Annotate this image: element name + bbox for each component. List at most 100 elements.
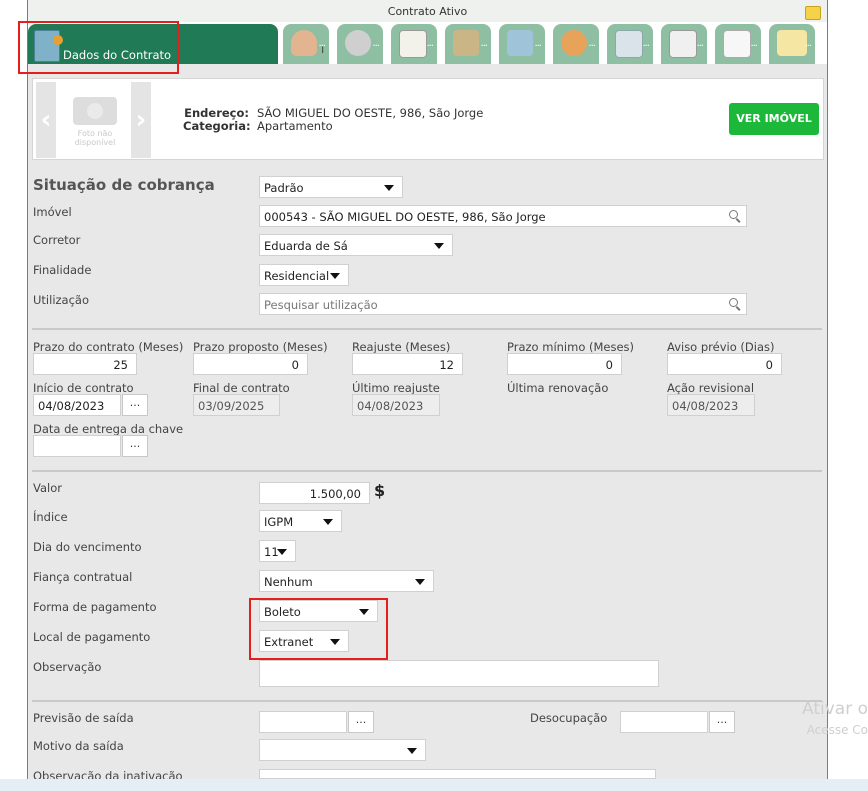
highlight-box-payment [249, 598, 388, 660]
currency-icon: $ [374, 481, 386, 500]
acao-revisional-label: Ação revisional [667, 381, 755, 395]
tab-more: ... [696, 38, 703, 49]
tab-financial[interactable]: ... [445, 24, 491, 64]
dia-vencimento-select[interactable]: 11 [259, 540, 296, 562]
previsao-saida-input[interactable] [259, 711, 347, 733]
tab-more: ... [480, 38, 487, 49]
desocupacao-input[interactable] [620, 711, 708, 733]
tab-more: ... [588, 38, 595, 49]
prazo-minimo-label: Prazo mínimo (Meses) [507, 340, 635, 354]
situacao-label: Situação de cobrança [33, 176, 215, 194]
address-value: SÃO MIGUEL DO OESTE, 986, São Jorge [257, 106, 484, 120]
person-icon [291, 30, 317, 56]
imovel-value: 000543 - SÃO MIGUEL DO OESTE, 986, São J… [264, 210, 546, 224]
window-title: Contrato Ativo [387, 5, 468, 18]
tab-more: ... [804, 38, 811, 49]
indice-select[interactable]: IGPM [259, 510, 342, 532]
obs-inativacao-input[interactable] [259, 769, 656, 779]
tab-more: ... [318, 38, 325, 49]
previsao-date-picker-button[interactable]: ... [348, 711, 374, 733]
entrega-chave-label: Data de entrega da chave [33, 422, 184, 436]
tab-transfer[interactable]: ... [607, 24, 653, 64]
utilizacao-label: Utilização [33, 293, 90, 307]
previsao-saida-label: Previsão de saída [33, 711, 134, 725]
folder-icon [507, 30, 533, 56]
tab-tenant[interactable]: I ... [283, 24, 329, 64]
desocupacao-date-picker-button[interactable]: ... [709, 711, 735, 733]
activation-watermark-title: Ativar o [802, 699, 868, 719]
tab-more: ... [426, 38, 433, 49]
gears-icon [345, 30, 371, 56]
category-value: Apartamento [257, 119, 333, 133]
utilizacao-input[interactable]: Pesquisar utilização [259, 293, 747, 315]
reajuste-input[interactable]: 12 [352, 353, 463, 375]
ultima-renovacao-label: Última renovação [507, 381, 609, 395]
highlight-box-tab [18, 21, 179, 74]
finalidade-select[interactable]: Residencial [259, 264, 349, 286]
forma-pagamento-label: Forma de pagamento [33, 600, 157, 614]
utilizacao-placeholder: Pesquisar utilização [264, 298, 378, 312]
tab-documents[interactable]: ... [499, 24, 545, 64]
situacao-select[interactable]: Padrão [259, 176, 403, 198]
imovel-input[interactable]: 000543 - SÃO MIGUEL DO OESTE, 986, São J… [259, 205, 747, 227]
valor-input[interactable]: 1.500,00 [259, 482, 370, 504]
next-photo-button[interactable]: › [131, 82, 151, 158]
prazo-minimo-input[interactable]: 0 [507, 353, 622, 375]
corretor-select[interactable]: Eduarda de Sá [259, 234, 453, 256]
observacao-label: Observação [33, 660, 102, 674]
window-titlebar: Contrato Ativo [28, 0, 827, 23]
tab-settings[interactable]: ... [337, 24, 383, 64]
tab-reports[interactable]: ... [661, 24, 707, 64]
aviso-previo-label: Aviso prévio (Dias) [667, 340, 775, 354]
imovel-label: Imóvel [33, 205, 72, 219]
fianca-select[interactable]: Nenhum [259, 570, 434, 592]
computer-transfer-icon [615, 30, 643, 58]
activation-watermark-subtitle: Acesse Co [806, 723, 868, 737]
inicio-contrato-label: Início de contrato [33, 381, 134, 395]
search-icon[interactable] [729, 298, 738, 307]
tab-checklist[interactable]: ... [391, 24, 437, 64]
view-property-button[interactable]: VER IMÓVEL [729, 103, 819, 135]
finalidade-label: Finalidade [33, 263, 92, 277]
checklist-icon [399, 30, 427, 58]
ultimo-reajuste-label: Último reajuste [352, 381, 440, 395]
payment-icon [561, 30, 587, 56]
fianca-label: Fiança contratual [33, 570, 133, 584]
acao-revisional-input: 04/08/2023 [667, 394, 755, 416]
note-icon [777, 30, 807, 56]
prev-photo-button[interactable]: ‹ [36, 82, 56, 158]
tab-notes[interactable]: ... [769, 24, 815, 64]
divider [32, 700, 822, 702]
inicio-contrato-input[interactable]: 04/08/2023 [33, 394, 121, 416]
reajuste-label: Reajuste (Meses) [352, 340, 451, 354]
search-icon[interactable] [729, 210, 738, 219]
prazo-proposto-input[interactable]: 0 [193, 353, 308, 375]
divider [32, 470, 822, 472]
indice-label: Índice [33, 510, 68, 524]
divider [32, 328, 822, 330]
entrega-date-picker-button[interactable]: ... [122, 435, 148, 457]
entrega-chave-input[interactable] [33, 435, 121, 457]
note-icon[interactable] [805, 6, 821, 20]
ultimo-reajuste-input: 04/08/2023 [352, 394, 440, 416]
aviso-previo-input[interactable]: 0 [667, 353, 782, 375]
tab-copies[interactable]: ... [715, 24, 761, 64]
tab-more: ... [750, 38, 757, 49]
observacao-textarea[interactable] [259, 660, 659, 687]
prazo-contrato-input[interactable]: 25 [33, 353, 137, 375]
tab-more: ... [534, 38, 541, 49]
tab-more: ... [372, 38, 379, 49]
motivo-saida-select[interactable] [259, 739, 426, 761]
dia-vencimento-label: Dia do vencimento [33, 540, 142, 554]
camera-icon [73, 97, 117, 125]
tab-more: ... [642, 38, 649, 49]
photo-unavailable-text: Foto não disponível [74, 129, 116, 147]
tab-payments[interactable]: ... [553, 24, 599, 64]
prazo-contrato-label: Prazo do contrato (Meses) [33, 340, 184, 354]
local-pagamento-label: Local de pagamento [33, 630, 151, 644]
corretor-label: Corretor [33, 233, 81, 247]
final-contrato-input: 03/09/2025 [193, 394, 280, 416]
inicio-date-picker-button[interactable]: ... [122, 394, 148, 416]
money-icon [453, 30, 479, 56]
valor-label: Valor [33, 481, 62, 495]
